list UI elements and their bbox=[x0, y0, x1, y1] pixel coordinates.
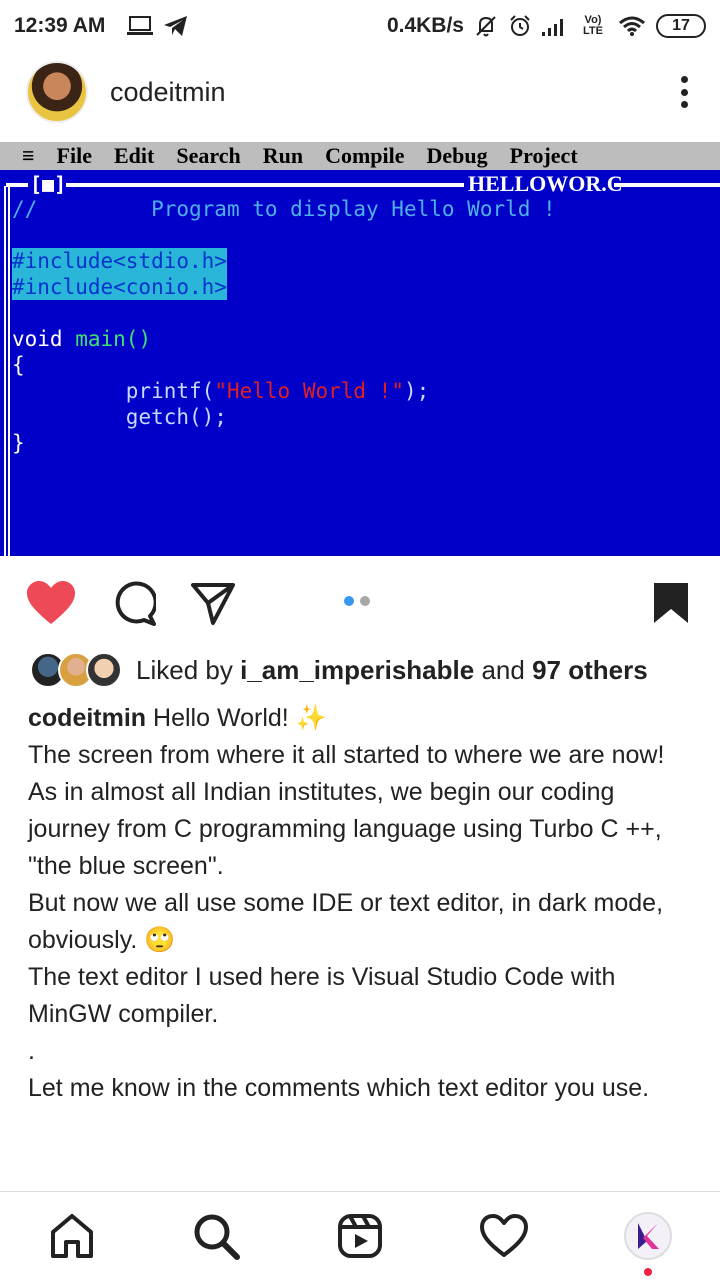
share-icon[interactable] bbox=[188, 578, 238, 628]
post-actions bbox=[0, 572, 720, 632]
save-bookmark-icon[interactable] bbox=[646, 578, 696, 628]
status-bar: 12:39 AM 0.4KB/s Vo) LTE 17 bbox=[0, 0, 720, 52]
caption-line: But now we all use some IDE or text edit… bbox=[28, 889, 664, 954]
liker-avatar bbox=[86, 652, 122, 688]
code-block: // Program to display Hello World ! #inc… bbox=[12, 196, 556, 456]
tc-menu-debug: Debug bbox=[426, 143, 488, 168]
tc-menu-project: Project bbox=[509, 143, 578, 168]
caption-line: The text editor I used here is Visual St… bbox=[28, 963, 616, 1028]
tc-system-menu-icon: ≡ bbox=[22, 143, 35, 168]
code-include-stdio: #include<stdio.h> bbox=[12, 248, 227, 274]
net-speed: 0.4KB/s bbox=[386, 14, 464, 37]
tc-filename: HELLOWOR.C bbox=[464, 171, 627, 197]
tc-menu-edit: Edit bbox=[113, 143, 155, 168]
mute-bell-icon bbox=[474, 14, 498, 38]
caption-username[interactable]: codeitmin bbox=[28, 704, 146, 732]
code-close-brace: } bbox=[12, 431, 25, 455]
code-printf-string: "Hello World !" bbox=[214, 379, 404, 403]
caption-line: The screen from where it all started to … bbox=[28, 741, 665, 769]
post-image[interactable]: ≡ File Edit Search Run Compile Debug Pro… bbox=[0, 142, 720, 556]
signal-icon bbox=[542, 16, 568, 36]
tc-menu-file: File bbox=[56, 143, 92, 168]
code-printf: printf( bbox=[125, 379, 215, 403]
code-include-conio: #include<conio.h> bbox=[12, 274, 227, 300]
battery-icon: 17 bbox=[656, 14, 706, 38]
code-printf-end: ); bbox=[403, 379, 430, 403]
notification-dot bbox=[644, 1268, 652, 1276]
code-void: void bbox=[12, 327, 63, 351]
code-comment: Program to display Hello World ! bbox=[151, 197, 556, 221]
tc-menu-run: Run bbox=[262, 143, 304, 168]
search-icon[interactable] bbox=[190, 1210, 242, 1262]
activity-heart-icon[interactable] bbox=[478, 1210, 530, 1262]
tc-left-border bbox=[4, 186, 10, 556]
wifi-icon bbox=[618, 15, 646, 37]
carousel-dot bbox=[360, 596, 370, 606]
liker-avatars bbox=[30, 652, 122, 688]
tc-menubar: ≡ File Edit Search Run Compile Debug Pro… bbox=[0, 142, 720, 170]
post-caption: codeitmin Hello World! ✨ The screen from… bbox=[28, 700, 698, 1107]
likes-prefix: Liked by bbox=[136, 654, 233, 685]
code-main: main() bbox=[75, 327, 152, 351]
tc-menu-compile: Compile bbox=[325, 143, 405, 168]
caption-first-line: Hello World! ✨ bbox=[153, 704, 327, 732]
laptop-icon bbox=[127, 15, 154, 37]
caption-line: . bbox=[28, 1037, 35, 1065]
carousel-indicator bbox=[344, 596, 370, 606]
more-options-icon[interactable] bbox=[674, 72, 694, 112]
bottom-nav bbox=[0, 1192, 720, 1280]
likes-others[interactable]: 97 others bbox=[532, 655, 648, 686]
likes-middle: and bbox=[481, 654, 525, 685]
alarm-icon bbox=[508, 14, 532, 38]
tc-close-marker: [■] bbox=[28, 172, 69, 196]
post-header: codeitmin bbox=[0, 58, 720, 126]
tc-window-frame: [■] HELLOWOR.C bbox=[0, 171, 720, 197]
profile-avatar[interactable] bbox=[622, 1210, 674, 1262]
code-comment-prefix: // bbox=[12, 197, 38, 221]
caption-line: Let me know in the comments which text e… bbox=[28, 1074, 650, 1102]
comment-icon[interactable] bbox=[108, 578, 158, 628]
telegram-icon bbox=[163, 14, 189, 38]
likes-user[interactable]: i_am_imperishable bbox=[240, 655, 474, 686]
status-time: 12:39 AM bbox=[14, 14, 106, 37]
code-open-brace: { bbox=[12, 353, 25, 377]
post-username[interactable]: codeitmin bbox=[110, 77, 226, 108]
volte-icon: Vo) LTE bbox=[583, 14, 603, 37]
like-heart-icon[interactable] bbox=[26, 578, 76, 628]
tc-menu-search: Search bbox=[176, 143, 241, 168]
code-getch: getch(); bbox=[125, 405, 227, 429]
caption-line: As in almost all Indian institutes, we b… bbox=[28, 778, 662, 880]
home-icon[interactable] bbox=[46, 1210, 98, 1262]
likes-row[interactable]: Liked by i_am_imperishable and 97 others bbox=[30, 648, 648, 692]
reels-icon[interactable] bbox=[334, 1210, 386, 1262]
carousel-dot-active bbox=[344, 596, 354, 606]
avatar[interactable] bbox=[26, 61, 88, 123]
